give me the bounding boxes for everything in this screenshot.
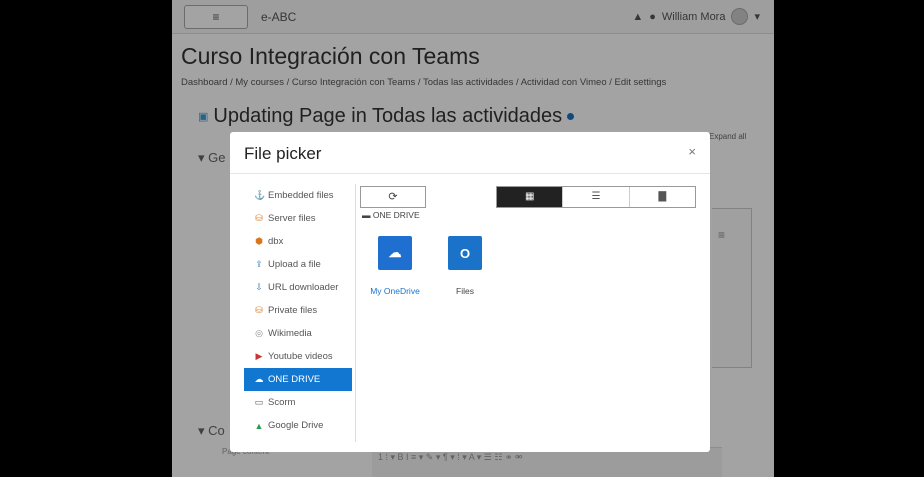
repository-item-private-files[interactable]: ⛁ Private files xyxy=(244,299,352,322)
repository-list: ⚓ Embedded files ⛁ Server files ⬢ dbx ⇪ Upload … xyxy=(244,184,356,442)
repository-item-google-drive[interactable]: ▲ Google Drive xyxy=(244,414,352,437)
repository-label: Youtube videos xyxy=(268,351,333,362)
repository-label: Private files xyxy=(268,305,318,316)
file-picker-dialog: File picker × ⚓ Embedded files ⛁ Server fil… xyxy=(230,132,710,452)
onedrive-cloud-icon: ☁ xyxy=(378,236,412,270)
tree-view-button[interactable]: ▇ xyxy=(629,187,695,207)
repository-item-dbx[interactable]: ⬢ dbx xyxy=(244,230,352,253)
repository-label: Google Drive xyxy=(268,420,324,431)
repository-item-wikimedia[interactable]: ◎ Wikimedia xyxy=(244,322,352,345)
private-files-icon: ⛁ xyxy=(255,305,263,315)
repository-label: Wikimedia xyxy=(268,328,312,339)
onedrive-icon: ☁ xyxy=(254,374,264,384)
icons-view-button[interactable]: ▦ xyxy=(497,187,564,207)
repository-label: Server files xyxy=(268,213,316,224)
repository-item-server-files[interactable]: ⛁ Server files xyxy=(244,207,352,230)
dialog-header: File picker × xyxy=(230,132,710,174)
youtube-icon: ▶ xyxy=(255,351,263,361)
url-downloader-icon: ⇩ xyxy=(255,282,263,292)
wikimedia-icon: ◎ xyxy=(255,328,263,338)
repository-item-upload-a-file[interactable]: ⇪ Upload a file xyxy=(244,253,352,276)
dropbox-icon: ⬢ xyxy=(255,236,263,246)
repository-item-scorm[interactable]: ▭ Scorm xyxy=(244,391,352,414)
repository-label: dbx xyxy=(268,236,284,247)
list-view-button[interactable]: ☰ xyxy=(563,187,630,207)
embedded-files-icon: ⚓ xyxy=(254,190,266,200)
file-tile[interactable]: ☁ My OneDrive xyxy=(360,236,430,296)
repository-item-embedded-files[interactable]: ⚓ Embedded files xyxy=(244,184,352,207)
repository-label: Embedded files xyxy=(268,190,334,201)
folder-path[interactable]: ▬ ONE DRIVE xyxy=(362,210,420,220)
refresh-button[interactable]: ⟳ xyxy=(360,186,426,208)
repository-item-one-drive[interactable]: ☁ ONE DRIVE xyxy=(244,368,352,391)
view-switcher: ▦ ☰ ▇ xyxy=(496,186,696,208)
repository-label: Upload a file xyxy=(268,259,321,270)
moodle-screen: ≡ e-ABC ▲ ● William Mora ▾ Curso Integra… xyxy=(172,0,774,477)
repository-item-youtube-videos[interactable]: ▶ Youtube videos xyxy=(244,345,352,368)
dialog-title: File picker xyxy=(244,144,322,163)
outlook-files-icon: O xyxy=(448,236,482,270)
repository-label: ONE DRIVE xyxy=(268,374,321,385)
google-drive-icon: ▲ xyxy=(254,420,264,431)
close-icon[interactable]: × xyxy=(688,144,696,159)
file-tile-label: Files xyxy=(456,286,474,296)
file-tile[interactable]: O Files xyxy=(430,236,500,296)
file-tile-label: My OneDrive xyxy=(370,286,420,296)
scorm-icon: ▭ xyxy=(254,397,264,407)
repository-label: Scorm xyxy=(268,397,296,408)
file-browser: ⟳ ▬ ONE DRIVE ▦ ☰ ▇ ☁ My OneDrive O Files xyxy=(360,184,696,442)
server-files-icon: ⛁ xyxy=(255,213,263,223)
repository-item-url-downloader[interactable]: ⇩ URL downloader xyxy=(244,276,352,299)
repository-label: URL downloader xyxy=(268,282,339,293)
upload-icon: ⇪ xyxy=(255,259,263,269)
